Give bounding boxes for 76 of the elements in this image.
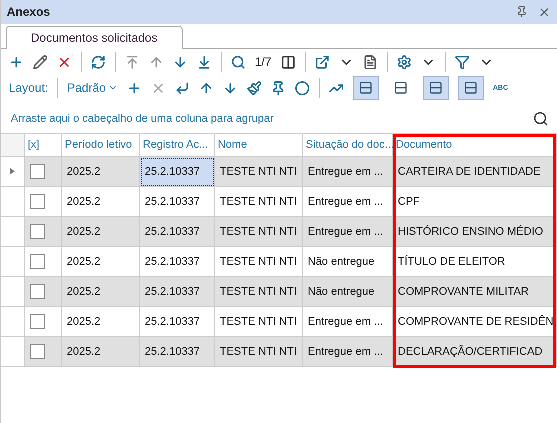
table-cell: Entregue em ...: [303, 307, 393, 337]
refresh-icon[interactable]: [91, 54, 106, 70]
page-counter: 1/7: [255, 55, 272, 69]
pencil-icon[interactable]: [33, 54, 48, 70]
table-cell: DECLARAÇÃO/CERTIFICAD: [393, 337, 557, 367]
down-icon[interactable]: [173, 54, 188, 70]
table-cell: 25.2.10337: [140, 337, 215, 367]
layout-split-icon: [394, 81, 408, 95]
layout-toggle[interactable]: [423, 76, 450, 100]
down-icon[interactable]: [223, 80, 238, 96]
table-cell: 25.2.10337: [140, 247, 215, 277]
table-cell: Entregue em ...: [303, 187, 393, 217]
checkbox[interactable]: [30, 194, 45, 209]
search-icon[interactable]: [533, 111, 549, 127]
table-cell: Não entregue: [303, 247, 393, 277]
table-cell: TESTE NTI NTI: [215, 187, 303, 217]
table-cell: 25.2.10337: [140, 187, 215, 217]
columns-icon[interactable]: [280, 54, 296, 70]
table-cell: CPF: [393, 187, 557, 217]
window-title: Anexos: [7, 5, 50, 19]
settings-icon[interactable]: [396, 54, 412, 70]
layout-toggle[interactable]: [353, 76, 380, 100]
table-cell: 25.2.10337: [140, 157, 215, 187]
checkbox[interactable]: [30, 284, 45, 299]
filter-icon[interactable]: [454, 54, 470, 70]
table-cell: TESTE NTI NTI: [215, 277, 303, 307]
enter-icon[interactable]: [175, 80, 190, 96]
table-cell: Entregue em ...: [303, 157, 393, 187]
row-pointer-icon: [10, 168, 15, 175]
table-cell: 2025.2: [62, 157, 140, 187]
table-cell: 25.2.10337: [140, 277, 215, 307]
checkbox[interactable]: [30, 164, 45, 179]
first-icon[interactable]: [125, 54, 140, 70]
table-cell: TESTE NTI NTI: [215, 157, 303, 187]
layout-label: Layout:: [9, 81, 48, 95]
table-cell: CARTEIRA DE IDENTIDADE: [393, 157, 557, 187]
plus-icon[interactable]: [9, 54, 24, 70]
export-icon[interactable]: [314, 54, 330, 70]
table-cell: TESTE NTI NTI: [215, 217, 303, 247]
layout-dropdown[interactable]: Padrão: [67, 81, 106, 95]
table-cell: Entregue em ...: [303, 217, 393, 247]
table-cell: TESTE NTI NTI: [215, 307, 303, 337]
brush-icon[interactable]: [247, 80, 262, 96]
table-cell: Entregue em ...: [303, 337, 393, 367]
table-cell: 2025.2: [62, 247, 140, 277]
group-hint: Arraste aqui o cabeçalho de uma coluna para agrupar: [11, 113, 274, 125]
table-cell: TESTE NTI NTI: [215, 337, 303, 367]
table-cell: Não entregue: [303, 277, 393, 307]
up-icon[interactable]: [149, 54, 164, 70]
document-icon[interactable]: [362, 54, 378, 70]
last-icon[interactable]: [197, 54, 212, 70]
layout-toggle[interactable]: [458, 76, 484, 100]
up-icon[interactable]: [199, 80, 214, 96]
pin-icon[interactable]: [516, 6, 528, 18]
table-cell: COMPROVANTE MILITAR: [393, 277, 557, 307]
table-cell: COMPROVANTE DE RESIDÊN: [393, 307, 557, 337]
close-icon[interactable]: [538, 6, 551, 18]
table-cell: TÍTULO DE ELEITOR: [393, 247, 557, 277]
table-cell: 2025.2: [62, 217, 140, 247]
checkbox[interactable]: [30, 254, 45, 269]
add-row-icon[interactable]: [127, 80, 142, 96]
checkbox[interactable]: [30, 344, 45, 359]
pin-icon[interactable]: [271, 80, 286, 96]
table-cell: 2025.2: [62, 337, 140, 367]
tab[interactable]: Documentos solicitados: [6, 26, 183, 49]
table-cell: 2025.2: [62, 277, 140, 307]
shapes-icon[interactable]: [295, 80, 310, 96]
search-icon[interactable]: [231, 54, 246, 70]
table-cell: 25.2.10337: [140, 217, 215, 247]
table-cell: 25.2.10337: [140, 307, 215, 337]
table-cell: HISTÓRICO ENSINO MÉDIO: [393, 217, 557, 247]
table-cell: TESTE NTI NTI: [215, 247, 303, 277]
checkbox[interactable]: [30, 314, 45, 329]
table-cell: 2025.2: [62, 187, 140, 217]
checkbox[interactable]: [30, 224, 45, 239]
table-cell: 2025.2: [62, 307, 140, 337]
